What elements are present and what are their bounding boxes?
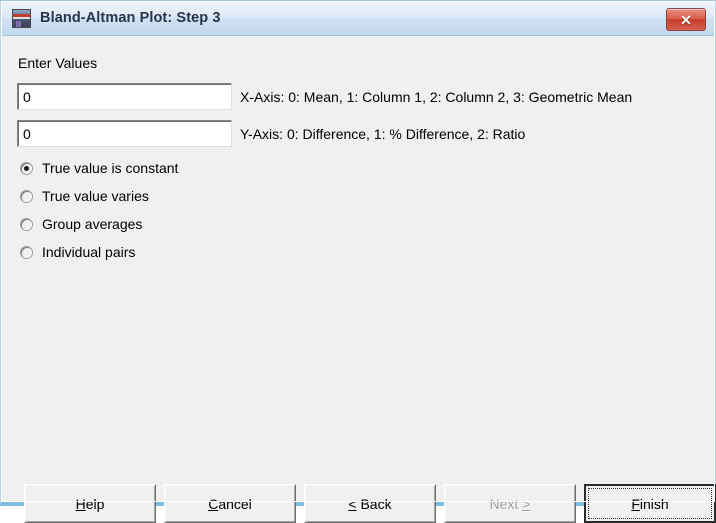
next-button[interactable]: Next > [444, 484, 576, 523]
window-title: Bland-Altman Plot: Step 3 [40, 10, 221, 26]
radio-label: Individual pairs [42, 244, 136, 260]
dialog-window: Bland-Altman Plot: Step 3 ✕ Enter Values… [0, 0, 716, 523]
plot-window-icon [12, 9, 31, 28]
finish-button[interactable]: Finish [584, 484, 716, 523]
title-bar[interactable]: Bland-Altman Plot: Step 3 ✕ [2, 2, 714, 36]
enter-values-label: Enter Values [18, 55, 98, 71]
radio-label: True value is constant [42, 160, 179, 176]
radio-true-value-is-constant[interactable]: True value is constant [20, 157, 178, 179]
cancel-button[interactable]: Cancel [164, 484, 296, 523]
y-axis-input[interactable] [17, 120, 232, 147]
finish-button-label: Finish [631, 495, 669, 512]
radio-true-value-varies[interactable]: True value varies [20, 185, 149, 207]
y-axis-hint: Y-Axis: 0: Difference, 1: % Difference, … [240, 126, 526, 142]
x-axis-input[interactable] [17, 83, 232, 110]
radio-indicator-icon [20, 245, 33, 259]
radio-indicator-icon [20, 217, 33, 231]
back-button[interactable]: < Back [304, 484, 436, 523]
close-icon: ✕ [680, 12, 692, 28]
radio-label: True value varies [42, 188, 149, 204]
radio-indicator-icon [20, 161, 33, 175]
radio-indicator-icon [20, 189, 33, 203]
back-button-label: < Back [348, 495, 392, 512]
close-button[interactable]: ✕ [666, 8, 706, 31]
dialog-client-area: Enter Values X-Axis: 0: Mean, 1: Column … [2, 36, 716, 523]
help-button-label: Help [75, 495, 105, 512]
next-button-label: Next > [489, 495, 531, 512]
radio-group-averages[interactable]: Group averages [20, 213, 142, 235]
radio-individual-pairs[interactable]: Individual pairs [20, 241, 135, 263]
help-button[interactable]: Help [24, 484, 156, 523]
x-axis-hint: X-Axis: 0: Mean, 1: Column 1, 2: Column … [240, 89, 633, 105]
radio-label: Group averages [42, 216, 143, 232]
cancel-button-label: Cancel [208, 495, 252, 512]
